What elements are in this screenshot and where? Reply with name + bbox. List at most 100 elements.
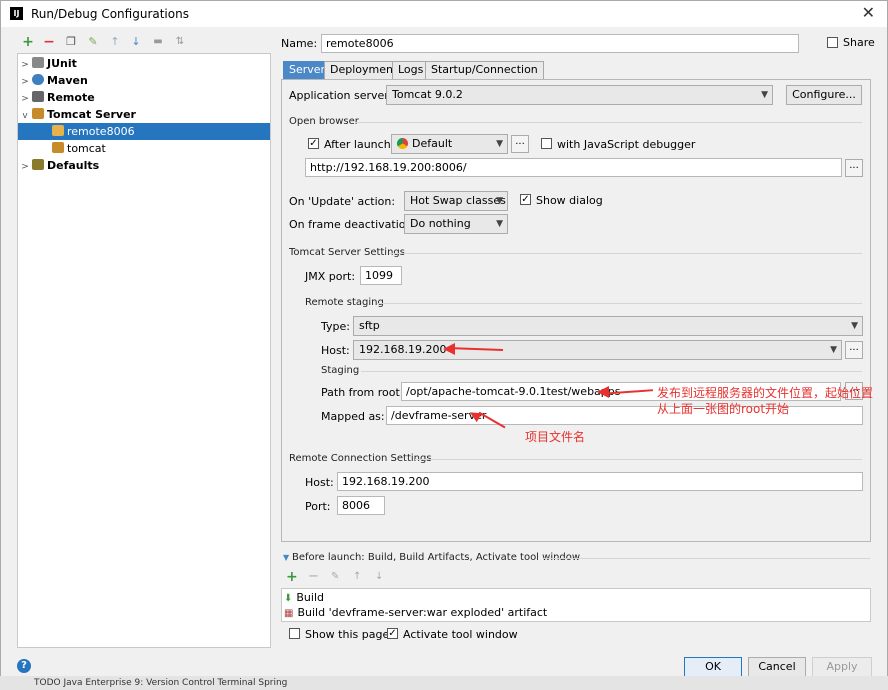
remote-connection-title: Remote Connection Settings	[289, 453, 432, 464]
background-toolbar-strip: TODO Java Enterprise 9: Version Control …	[0, 676, 888, 690]
sort-icon[interactable]: ⇅	[173, 35, 187, 49]
mapped-annotation-note: 项目文件名	[525, 430, 586, 444]
js-debugger-label: with JavaScript debugger	[557, 138, 696, 151]
host-more-button[interactable]: ...	[845, 341, 863, 359]
ok-button[interactable]: OK	[684, 657, 742, 677]
folder-icon[interactable]: ▬	[151, 35, 165, 49]
maven-icon	[32, 74, 44, 85]
rc-host-input[interactable]: 192.168.19.200	[337, 472, 863, 491]
host-label: Host:	[321, 344, 350, 357]
tree-item-remote8006[interactable]: remote8006	[18, 123, 270, 140]
remove-task-icon[interactable]: −	[308, 569, 319, 584]
after-launch-label: After launch	[324, 138, 391, 151]
separator	[389, 253, 862, 254]
close-icon[interactable]: ✕	[862, 3, 875, 22]
tomcat-settings-title: Tomcat Server Settings	[289, 247, 405, 258]
title-bar: IJ Run/Debug Configurations ✕	[1, 1, 887, 27]
apply-button[interactable]: Apply	[812, 657, 872, 677]
tree-item-remote[interactable]: > Remote	[18, 89, 270, 106]
on-frame-label: On frame deactivation:	[289, 218, 417, 231]
rc-port-label: Port:	[305, 500, 331, 513]
wrench-icon[interactable]: ✎	[86, 35, 100, 49]
staging-title: Staging	[321, 365, 360, 376]
tab-logs[interactable]: Logs	[392, 61, 430, 79]
configure-button[interactable]: Configure...	[786, 85, 862, 105]
separator	[415, 459, 862, 460]
after-launch-checkbox[interactable]: ✓	[308, 138, 319, 149]
config-tree: > JUnit > Maven > Remote v Tomcat Server rem…	[17, 53, 271, 648]
open-browser-title: Open browser	[289, 116, 359, 127]
move-task-down-icon[interactable]: ↓	[375, 571, 383, 582]
remote-staging-title: Remote staging	[305, 297, 384, 308]
junit-icon	[32, 57, 44, 68]
tree-item-tomcat[interactable]: tomcat	[18, 140, 270, 157]
on-frame-select[interactable]: Do nothing ▼	[404, 214, 508, 234]
help-icon[interactable]: ?	[17, 659, 31, 673]
move-down-icon[interactable]: ↓	[129, 35, 143, 49]
share-label: Share	[843, 36, 875, 49]
app-icon: IJ	[10, 7, 23, 20]
edit-task-icon[interactable]: ✎	[331, 571, 339, 582]
before-launch-title: Before launch: Build, Build Artifacts, A…	[292, 552, 581, 563]
chevron-down-icon: ▼	[496, 139, 503, 149]
name-label: Name:	[281, 37, 318, 50]
artifact-icon: ▦	[284, 608, 294, 619]
cancel-button[interactable]: Cancel	[748, 657, 806, 677]
defaults-icon	[32, 159, 44, 170]
type-select[interactable]: sftp ▼	[353, 316, 863, 336]
show-dialog-label: Show dialog	[536, 194, 603, 207]
type-label: Type:	[321, 320, 350, 333]
remove-icon[interactable]: −	[42, 35, 56, 49]
js-debugger-checkbox[interactable]	[541, 138, 552, 149]
collapse-icon[interactable]: ▼	[283, 553, 289, 562]
rc-port-input[interactable]: 8006	[337, 496, 385, 515]
chevron-down-icon: ▼	[851, 321, 858, 331]
separator	[377, 303, 862, 304]
chevron-down-icon: ▼	[761, 90, 768, 100]
tab-startup-connection[interactable]: Startup/Connection	[425, 61, 544, 79]
tree-item-maven[interactable]: > Maven	[18, 72, 270, 89]
activate-tool-window-checkbox[interactable]: ✓	[387, 628, 398, 639]
tree-item-defaults[interactable]: > Defaults	[18, 157, 270, 174]
separator	[355, 122, 862, 123]
show-page-label: Show this page	[305, 628, 390, 641]
path-annotation-note: 发布到远程服务器的文件位置，起始位置从上面一张图的root开始	[657, 386, 874, 416]
on-update-label: On 'Update' action:	[289, 195, 396, 208]
show-dialog-checkbox[interactable]: ✓	[520, 194, 531, 205]
path-from-root-label: Path from root:	[321, 386, 404, 399]
chevron-down-icon: ▼	[496, 219, 503, 229]
run-debug-dialog: IJ Run/Debug Configurations ✕ + − ❐ ✎ ↑ …	[0, 0, 888, 690]
share-checkbox[interactable]	[827, 37, 838, 48]
on-update-select[interactable]: Hot Swap classes ▼	[404, 191, 508, 211]
move-task-up-icon[interactable]: ↑	[353, 571, 361, 582]
browser-more-button[interactable]: ...	[511, 135, 529, 153]
build-icon: ⬇	[284, 593, 293, 604]
activate-tool-window-label: Activate tool window	[403, 628, 518, 641]
jmx-port-input[interactable]: 1099	[360, 266, 402, 285]
move-up-icon[interactable]: ↑	[108, 35, 122, 49]
host-select[interactable]: 192.168.19.200 ▼	[353, 340, 842, 360]
tomcat-icon	[32, 108, 44, 119]
add-task-icon[interactable]: +	[286, 569, 298, 585]
before-launch-list: ⬇ Build ▦ Build 'devframe-server:war explo…	[281, 588, 871, 622]
copy-icon[interactable]: ❐	[64, 35, 78, 49]
list-item[interactable]: ▦ Build 'devframe-server:war exploded' ar…	[284, 605, 868, 620]
url-input[interactable]: http://192.168.19.200:8006/	[305, 158, 842, 177]
rc-host-label: Host:	[305, 476, 334, 489]
app-server-label: Application server:	[289, 89, 393, 102]
app-server-select[interactable]: Tomcat 9.0.2 ▼	[386, 85, 773, 105]
tomcat-icon	[52, 125, 64, 136]
browser-select[interactable]: Default ▼	[391, 134, 508, 154]
tree-item-junit[interactable]: > JUnit	[18, 55, 270, 72]
name-input[interactable]: remote8006	[321, 34, 799, 53]
show-page-checkbox[interactable]	[289, 628, 300, 639]
url-more-button[interactable]: ...	[845, 159, 863, 177]
separator	[543, 558, 870, 559]
list-item[interactable]: ⬇ Build	[284, 590, 868, 605]
add-icon[interactable]: +	[21, 35, 35, 49]
separator	[361, 371, 862, 372]
chevron-down-icon: ▼	[496, 196, 503, 206]
remote-icon	[32, 91, 44, 102]
chrome-icon	[397, 138, 408, 149]
tree-item-tomcat-server[interactable]: v Tomcat Server	[18, 106, 270, 123]
